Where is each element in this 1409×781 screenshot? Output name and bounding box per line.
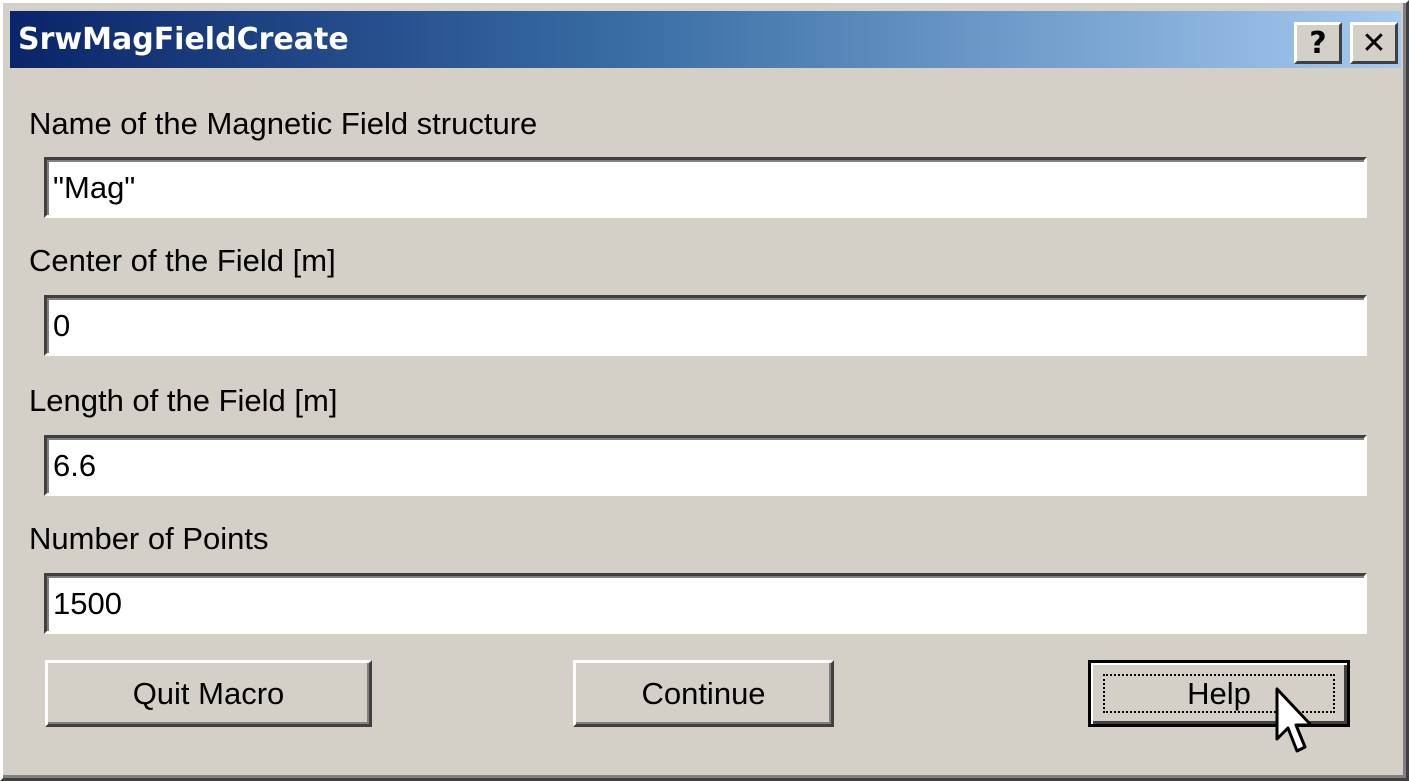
center-field-label: Center of the Field [m] — [29, 243, 336, 278]
quit-macro-button[interactable]: Quit Macro — [45, 660, 372, 727]
length-field-input[interactable] — [44, 435, 1367, 496]
window-title: SrwMagFieldCreate — [18, 22, 349, 57]
title-bar[interactable]: SrwMagFieldCreate ? ✕ — [10, 11, 1401, 68]
points-field-label: Number of Points — [29, 521, 269, 556]
name-field-input[interactable] — [44, 157, 1367, 218]
center-field-input[interactable] — [44, 295, 1367, 356]
points-field-input[interactable] — [44, 573, 1367, 634]
close-icon: ✕ — [1361, 25, 1387, 61]
arrow-cursor-icon — [1275, 687, 1313, 753]
continue-button[interactable]: Continue — [573, 660, 834, 727]
title-help-button[interactable]: ? — [1294, 22, 1342, 64]
dialog-window: SrwMagFieldCreate ? ✕ Name of the Magnet… — [0, 0, 1409, 781]
continue-label: Continue — [641, 675, 766, 711]
length-field-label: Length of the Field [m] — [29, 383, 338, 418]
name-field-label: Name of the Magnetic Field structure — [29, 106, 538, 141]
question-mark-icon: ? — [1309, 25, 1327, 61]
quit-macro-label: Quit Macro — [132, 675, 285, 711]
title-close-button[interactable]: ✕ — [1350, 22, 1398, 64]
